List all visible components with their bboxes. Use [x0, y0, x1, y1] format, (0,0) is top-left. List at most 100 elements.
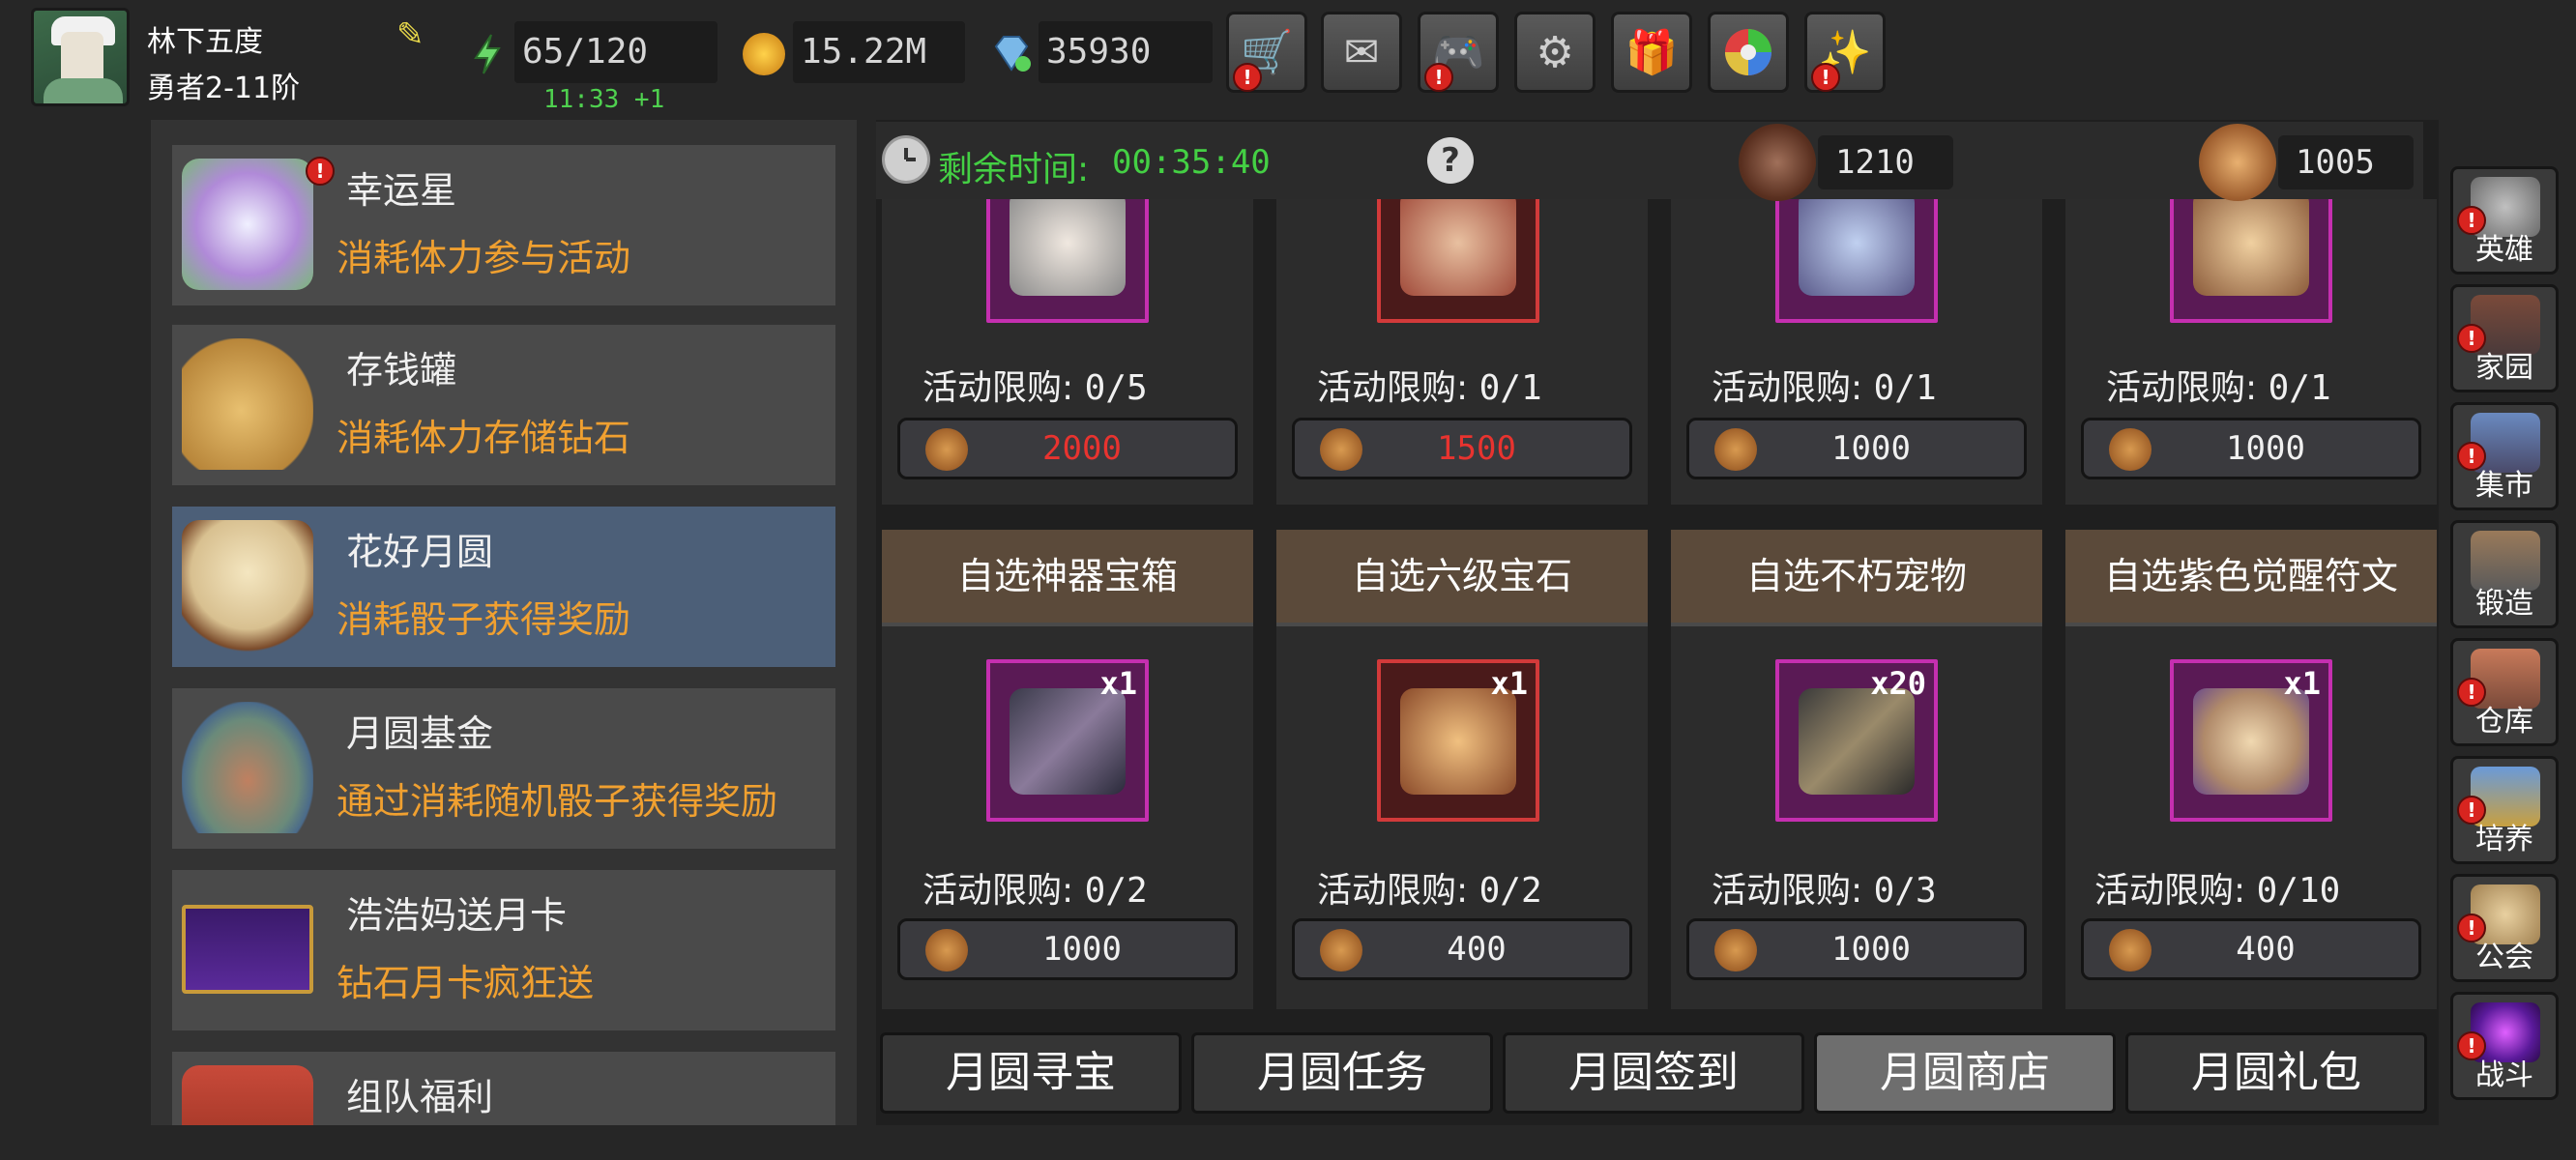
diamond-icon [990, 33, 1033, 75]
player-rank: 勇者2-11阶 [147, 72, 301, 105]
diamond-value: 35930 [1039, 21, 1213, 83]
remaining-time-label: 剩余时间: [938, 150, 1090, 189]
mooncake-currency-value: 1210 [1818, 135, 1953, 189]
item-frame: x1 [1377, 659, 1539, 822]
item-quantity: x20 [1870, 665, 1926, 702]
nav-home[interactable]: ! 家园 [2450, 284, 2559, 392]
price-button[interactable]: 2000 [897, 418, 1238, 479]
item-title: 自选六级宝石 [1276, 530, 1648, 626]
shop-card[interactable]: 自选神器宝箱 x1 活动限购: 0/2 1000 [882, 530, 1253, 1009]
price-button[interactable]: 400 [1292, 918, 1632, 980]
money-bag-icon [182, 702, 313, 833]
tab-checkin[interactable]: 月圆签到 [1503, 1032, 1804, 1114]
purchase-limit: 活动限购: 0/1 [1317, 368, 1542, 408]
shop-card[interactable]: 自选六级宝石 x1 活动限购: 0/2 400 [1276, 530, 1648, 1009]
gold-value: 15.22M [793, 21, 965, 83]
item-frame: x1 [2170, 659, 2332, 822]
price-button[interactable]: 1000 [1686, 418, 2027, 479]
mail-icon[interactable]: ✉ [1321, 12, 1402, 93]
piggy-bank-icon [182, 338, 313, 470]
price-button[interactable]: 1000 [897, 918, 1238, 980]
mooncake-currency-icon [1739, 124, 1816, 201]
purchase-limit: 活动限购: 0/10 [2094, 871, 2341, 911]
edit-icon[interactable]: ✎ [396, 17, 431, 52]
nav-forge[interactable]: 锻造 [2450, 520, 2559, 628]
lucky-star-icon [182, 159, 313, 290]
tab-treasure-hunt[interactable]: 月圆寻宝 [880, 1032, 1182, 1114]
color-wheel-icon[interactable] [1708, 12, 1789, 93]
price-button[interactable]: 400 [2081, 918, 2421, 980]
clock-icon [882, 135, 930, 184]
item-frame: x20 [1775, 659, 1938, 822]
event-title: 存钱罐 [346, 349, 457, 392]
stamina-icon [466, 33, 509, 75]
event-title: 幸运星 [346, 169, 457, 212]
event-desc: 消耗体力存储钻石 [337, 417, 631, 459]
event-item-team[interactable]: 组队福利 [172, 1052, 835, 1125]
gold-coin-icon [743, 33, 785, 75]
player-name: 林下五度 [147, 25, 263, 59]
event-item-month-card[interactable]: 浩浩妈送月卡 钻石月卡疯狂送 [172, 870, 835, 1030]
nav-cultivate[interactable]: ! 培养 [2450, 756, 2559, 864]
tab-shop[interactable]: 月圆商店 [1814, 1032, 2116, 1114]
stamina-value: 65/120 [514, 21, 717, 83]
shop-header [876, 122, 2423, 199]
event-title: 浩浩妈送月卡 [346, 894, 568, 937]
gamepad-icon[interactable]: 🎮! [1418, 12, 1499, 93]
event-item-piggy-bank[interactable]: 存钱罐 消耗体力存储钻石 [172, 325, 835, 485]
event-desc: 消耗骰子获得奖励 [337, 598, 631, 641]
item-title: 自选紫色觉醒符文 [2065, 530, 2437, 626]
help-icon[interactable]: ? [1427, 137, 1474, 184]
shop-card[interactable]: 活动限购: 0/1 1000 [1671, 160, 2042, 505]
shop-card[interactable]: 活动限购: 0/1 1000 [2065, 160, 2437, 505]
countdown: 00:35:40 [1112, 143, 1271, 182]
shop-card[interactable]: 活动限购: 0/1 1500 [1276, 160, 1648, 505]
nav-guild[interactable]: ! 公会 [2450, 874, 2559, 982]
item-frame: x1 [986, 659, 1149, 822]
event-title: 月圆基金 [346, 712, 494, 755]
item-title: 自选神器宝箱 [882, 530, 1253, 626]
item-quantity: x1 [1099, 665, 1137, 702]
fireworks-icon[interactable]: ✨! [1804, 12, 1886, 93]
purchase-limit: 活动限购: 0/2 [922, 871, 1148, 911]
event-item-moon-fund[interactable]: 月圆基金 通过消耗随机骰子获得奖励 [172, 688, 835, 849]
event-title: 花好月圆 [346, 531, 494, 573]
moon-rabbit-icon [182, 520, 313, 652]
purchase-limit: 活动限购: 0/2 [1317, 871, 1542, 911]
shop-cart-icon[interactable]: 🛒! [1226, 12, 1307, 93]
item-quantity: x1 [2283, 665, 2321, 702]
purchase-limit: 活动限购: 0/1 [2106, 368, 2331, 408]
tab-gift-pack[interactable]: 月圆礼包 [2125, 1032, 2427, 1114]
event-item-moon[interactable]: 花好月圆 消耗骰子获得奖励 [172, 507, 835, 667]
price-button[interactable]: 1000 [1686, 918, 2027, 980]
moon-coin-icon [2199, 124, 2276, 201]
shop-card[interactable]: 自选不朽宠物 x20 活动限购: 0/3 1000 [1671, 530, 2042, 1009]
nav-market[interactable]: ! 集市 [2450, 402, 2559, 510]
stamina-timer: 11:33 +1 [543, 85, 665, 114]
event-list[interactable]: ! 幸运星 消耗体力参与活动 存钱罐 消耗体力存储钻石 花好月圆 消耗骰子获得奖… [151, 120, 857, 1125]
shop-card[interactable]: 活动限购: 0/5 2000 [882, 160, 1253, 505]
shop-card[interactable]: 自选紫色觉醒符文 x1 活动限购: 0/10 400 [2065, 530, 2437, 1009]
nav-hero[interactable]: ! 英雄 [2450, 166, 2559, 275]
month-card-icon [182, 905, 313, 994]
price-button[interactable]: 1500 [1292, 418, 1632, 479]
nav-warehouse[interactable]: ! 仓库 [2450, 638, 2559, 746]
item-quantity: x1 [1490, 665, 1528, 702]
nav-battle[interactable]: ! 战斗 [2450, 992, 2559, 1100]
event-title: 组队福利 [346, 1076, 494, 1118]
purchase-limit: 活动限购: 0/5 [922, 368, 1148, 408]
team-gift-icon [182, 1065, 313, 1125]
event-desc: 钻石月卡疯狂送 [337, 962, 595, 1004]
event-item-lucky-star[interactable]: ! 幸运星 消耗体力参与活动 [172, 145, 835, 305]
gift-icon[interactable]: 🎁 [1611, 12, 1692, 93]
player-avatar[interactable] [31, 8, 130, 106]
tab-tasks[interactable]: 月圆任务 [1191, 1032, 1493, 1114]
event-desc: 消耗体力参与活动 [337, 237, 631, 279]
gear-icon[interactable]: ⚙ [1514, 12, 1595, 93]
purchase-limit: 活动限购: 0/1 [1712, 368, 1937, 408]
item-title: 自选不朽宠物 [1671, 530, 2042, 626]
event-desc: 通过消耗随机骰子获得奖励 [337, 780, 778, 823]
purchase-limit: 活动限购: 0/3 [1712, 871, 1937, 911]
moon-coin-value: 1005 [2278, 135, 2414, 189]
price-button[interactable]: 1000 [2081, 418, 2421, 479]
